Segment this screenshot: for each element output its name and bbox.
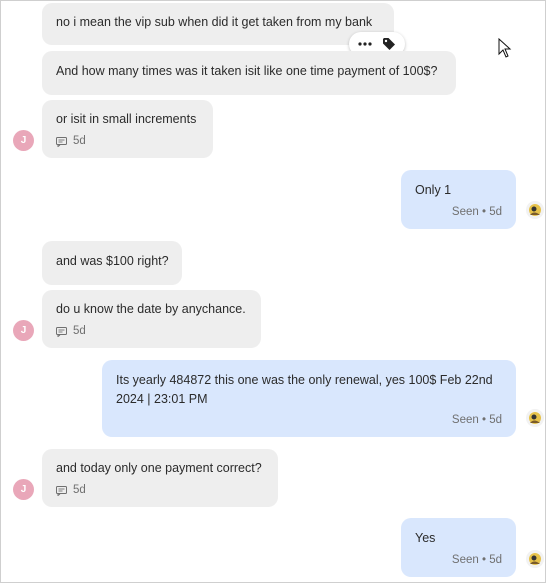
message-outgoing[interactable]: Yes Seen • 5d <box>401 518 516 577</box>
message-text: and was $100 right? <box>56 254 169 268</box>
message-status-icon <box>56 136 67 147</box>
message-status-icon <box>56 485 67 496</box>
user-avatar-icon <box>529 553 541 565</box>
mouse-cursor-icon <box>498 38 512 58</box>
message-meta: Seen • 5d <box>116 411 502 430</box>
message-time: 5d <box>73 325 86 337</box>
message-status: Seen • 5d <box>451 554 502 566</box>
avatar-letter: J <box>20 135 27 146</box>
message-incoming[interactable]: And how many times was it taken isit lik… <box>42 51 456 95</box>
message-text: and today only one payment correct? <box>56 461 262 475</box>
seen-avatar <box>526 550 544 568</box>
chat-thread: no i mean the vip sub when did it get ta… <box>0 0 546 583</box>
message-text: Yes <box>415 531 436 545</box>
message-meta: Seen • 5d <box>415 551 502 570</box>
message-incoming[interactable]: and was $100 right? <box>42 241 182 285</box>
message-time: 5d <box>73 484 86 496</box>
avatar-letter: J <box>20 325 27 336</box>
message-incoming[interactable]: no i mean the vip sub when did it get ta… <box>42 3 394 45</box>
message-meta: Seen • 5d <box>415 203 502 222</box>
message-text: or isit in small increments <box>56 112 197 126</box>
message-text: Its yearly 484872 this one was the only … <box>116 373 493 406</box>
message-text: Only 1 <box>415 183 452 197</box>
more-horizontal-icon <box>358 42 372 46</box>
message-text: And how many times was it taken isit lik… <box>56 64 438 78</box>
message-incoming[interactable]: and today only one payment correct? 5d <box>42 449 278 507</box>
message-status: Seen • 5d <box>451 414 502 426</box>
avatar[interactable]: J <box>13 320 34 341</box>
message-incoming[interactable]: do u know the date by anychance. 5d <box>42 290 261 348</box>
message-outgoing[interactable]: Its yearly 484872 this one was the only … <box>102 360 516 437</box>
message-meta: 5d <box>56 322 247 341</box>
tag-icon <box>383 38 395 50</box>
message-meta: 5d <box>56 481 264 500</box>
message-meta: 5d <box>56 132 199 151</box>
seen-avatar <box>526 201 544 219</box>
seen-avatar <box>526 409 544 427</box>
message-incoming[interactable]: or isit in small increments 5d <box>42 100 213 158</box>
message-status-icon <box>56 326 67 337</box>
message-time: 5d <box>73 135 86 147</box>
message-text: do u know the date by anychance. <box>56 302 246 316</box>
user-avatar-icon <box>529 204 541 216</box>
message-outgoing[interactable]: Only 1 Seen • 5d <box>401 170 516 229</box>
avatar[interactable]: J <box>13 479 34 500</box>
avatar-letter: J <box>20 484 27 495</box>
user-avatar-icon <box>529 412 541 424</box>
avatar[interactable]: J <box>13 130 34 151</box>
message-status: Seen • 5d <box>451 206 502 218</box>
message-text: no i mean the vip sub when did it get ta… <box>56 15 373 29</box>
